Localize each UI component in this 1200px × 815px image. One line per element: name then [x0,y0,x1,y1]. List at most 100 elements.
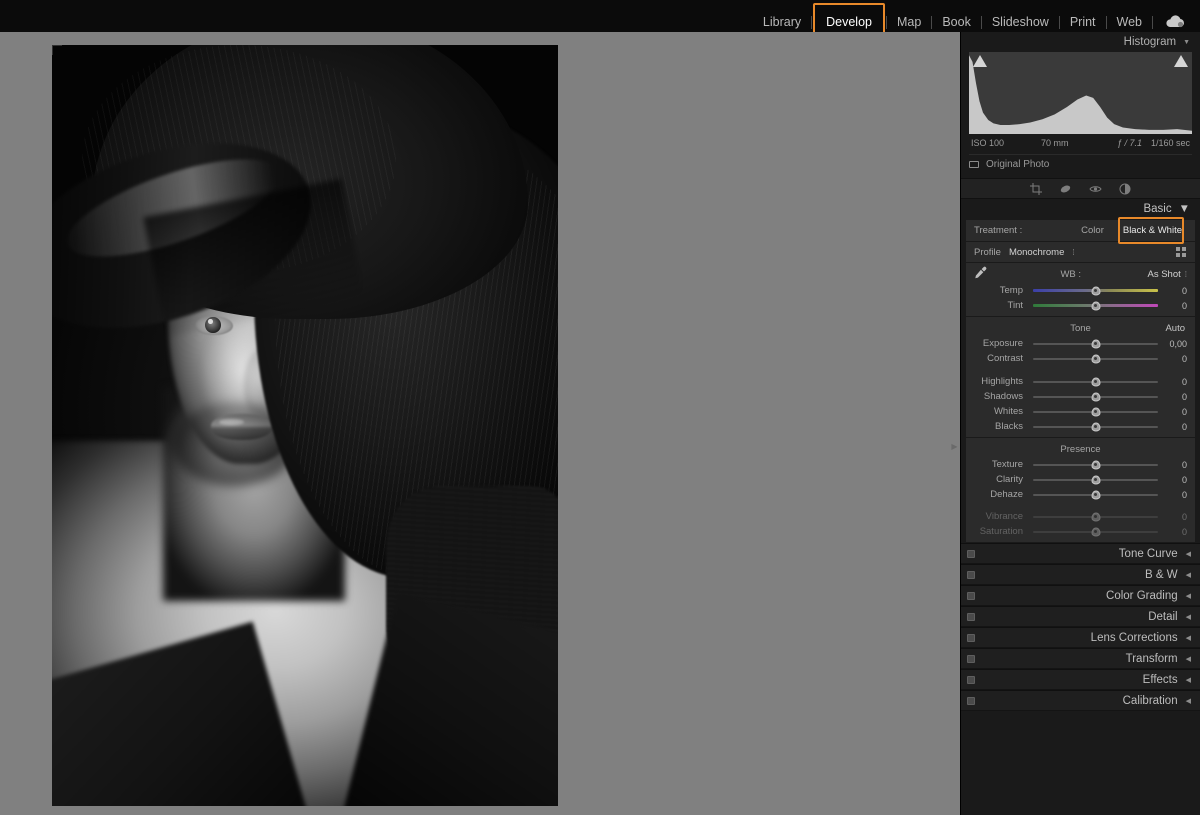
chevron-down-icon[interactable]: ⁞ [1185,270,1187,279]
histogram-panel-header[interactable]: Histogram ▼ [961,32,1200,52]
spot-removal-icon[interactable] [1059,183,1072,195]
slider-value[interactable]: 0 [1161,392,1187,402]
module-library[interactable]: Library [754,11,810,34]
module-web[interactable]: Web [1108,11,1151,34]
original-photo-row[interactable]: Original Photo [969,154,1192,173]
slider-value[interactable]: 0 [1161,377,1187,387]
panel-toggle-switch[interactable] [967,654,975,663]
cloud-sync-icon[interactable] [1164,15,1186,29]
slider-knob[interactable] [1091,339,1100,348]
panel-toggle-switch[interactable] [967,549,975,558]
slider-track[interactable] [1033,475,1158,484]
slider-shadows[interactable]: Shadows 0 [966,389,1195,404]
module-print[interactable]: Print [1061,11,1105,34]
chevron-left-icon[interactable]: ◀ [1186,550,1191,558]
slider-value[interactable]: 0 [1161,407,1187,417]
panel-toggle-switch[interactable] [967,675,975,684]
panel-tone-curve[interactable]: Tone Curve ◀ [961,543,1200,564]
eyedropper-icon[interactable] [974,266,987,284]
slider-whites[interactable]: Whites 0 [966,404,1195,419]
slider-value[interactable]: 0 [1161,354,1187,364]
slider-knob[interactable] [1091,286,1100,295]
highlight-clipping-indicator[interactable] [1174,55,1188,67]
slider-value[interactable]: 0 [1161,286,1187,296]
slider-track[interactable] [1033,377,1158,386]
slider-track[interactable] [1033,490,1158,499]
chevron-down-icon[interactable]: ▼ [1179,203,1190,215]
module-book[interactable]: Book [933,11,980,34]
slider-temp[interactable]: Temp 0 [966,283,1195,298]
shadow-clipping-indicator[interactable] [973,55,987,67]
panel-toggle-switch[interactable] [967,591,975,600]
photo-frame[interactable] [52,45,558,806]
slider-track[interactable] [1033,354,1158,363]
slider-knob[interactable] [1091,475,1100,484]
slider-blacks[interactable]: Blacks 0 [966,419,1195,434]
slider-track[interactable] [1033,301,1158,310]
slider-track[interactable] [1033,422,1158,431]
treatment-bw-option[interactable]: Black & White [1118,223,1187,238]
slider-knob[interactable] [1091,354,1100,363]
chevron-left-icon[interactable]: ◀ [1186,613,1191,621]
slider-track[interactable] [1033,392,1158,401]
slider-knob[interactable] [1091,392,1100,401]
panel-toggle-switch[interactable] [967,633,975,642]
panel-b-w[interactable]: B & W ◀ [961,564,1200,585]
slider-value[interactable]: 0 [1161,422,1187,432]
slider-value[interactable]: 0,00 [1161,339,1187,349]
slider-value[interactable]: 0 [1161,490,1187,500]
slider-tint[interactable]: Tint 0 [966,298,1195,313]
slider-texture[interactable]: Texture 0 [966,457,1195,472]
slider-dehaze[interactable]: Dehaze 0 [966,487,1195,502]
chevron-left-icon[interactable]: ◀ [1186,697,1191,705]
photo-bw-portrait[interactable] [52,45,558,806]
histogram-graph[interactable] [969,52,1192,134]
chevron-left-icon[interactable]: ◀ [1186,655,1191,663]
panel-color-grading[interactable]: Color Grading ◀ [961,585,1200,606]
profile-value[interactable]: Monochrome [1009,247,1064,258]
slider-clarity[interactable]: Clarity 0 [966,472,1195,487]
slider-value[interactable]: 0 [1161,475,1187,485]
slider-highlights[interactable]: Highlights 0 [966,374,1195,389]
slider-knob[interactable] [1091,490,1100,499]
slider-exposure[interactable]: Exposure 0,00 [966,336,1195,351]
basic-panel-header[interactable]: Basic ▼ [961,199,1200,219]
panel-toggle-switch[interactable] [967,612,975,621]
slider-contrast[interactable]: Contrast 0 [966,351,1195,366]
panel-toggle-switch[interactable] [967,570,975,579]
module-develop[interactable]: Develop [817,11,881,34]
red-eye-icon[interactable] [1089,184,1102,194]
module-slideshow[interactable]: Slideshow [983,11,1058,34]
chevron-down-icon[interactable]: ▼ [1183,39,1190,46]
slider-track[interactable] [1033,286,1158,295]
profile-dropdown-icon[interactable]: ⁞ [1072,248,1074,257]
slider-knob[interactable] [1091,422,1100,431]
slider-track[interactable] [1033,460,1158,469]
treatment-color-option[interactable]: Color [1081,225,1104,236]
wb-value[interactable]: As Shot [1147,269,1180,280]
profile-browser-icon[interactable] [1176,247,1186,257]
slider-knob[interactable] [1091,407,1100,416]
chevron-left-icon[interactable]: ◀ [1186,571,1191,579]
chevron-left-icon[interactable]: ◀ [1186,634,1191,642]
tone-auto-button[interactable]: Auto [1165,323,1185,334]
slider-track[interactable] [1033,339,1158,348]
panel-transform[interactable]: Transform ◀ [961,648,1200,669]
panel-toggle-switch[interactable] [967,696,975,705]
masking-icon[interactable] [1119,183,1131,195]
slider-value[interactable]: 0 [1161,460,1187,470]
panel-detail[interactable]: Detail ◀ [961,606,1200,627]
slider-value[interactable]: 0 [1161,301,1187,311]
panel-collapse-arrow[interactable]: ▶ [950,440,959,453]
panel-calibration[interactable]: Calibration ◀ [961,690,1200,711]
slider-knob[interactable] [1091,301,1100,310]
image-canvas[interactable] [0,32,960,815]
panel-effects[interactable]: Effects ◀ [961,669,1200,690]
slider-knob[interactable] [1091,377,1100,386]
crop-icon[interactable] [1030,182,1042,195]
chevron-left-icon[interactable]: ◀ [1186,592,1191,600]
panel-lens-corrections[interactable]: Lens Corrections ◀ [961,627,1200,648]
chevron-left-icon[interactable]: ◀ [1186,676,1191,684]
slider-knob[interactable] [1091,460,1100,469]
slider-track[interactable] [1033,407,1158,416]
